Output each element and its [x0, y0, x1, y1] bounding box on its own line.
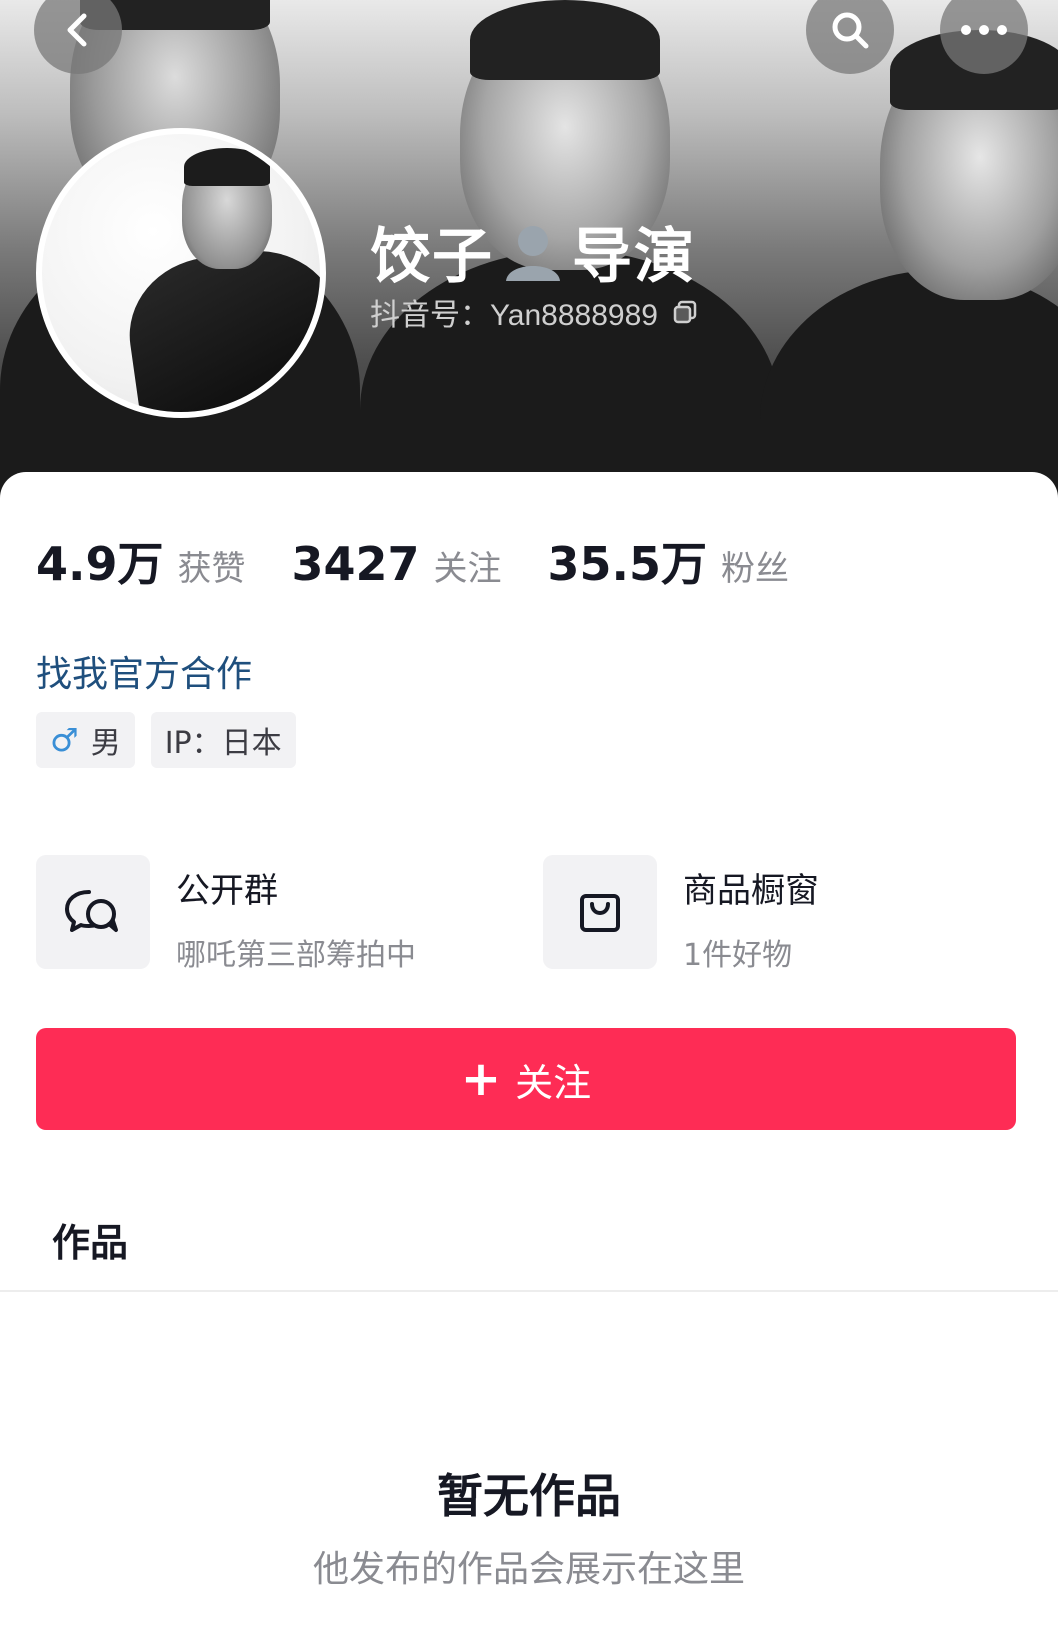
follow-button[interactable]: + 关注: [36, 1028, 1016, 1130]
empty-state-title: 暂无作品: [437, 1469, 621, 1523]
stat-label: 粉丝: [721, 549, 790, 589]
avatar[interactable]: [36, 128, 326, 418]
stat-label: 关注: [433, 549, 502, 589]
male-icon: ♂: [50, 721, 79, 759]
douyin-id[interactable]: 抖音号：Yan8888989: [370, 290, 698, 334]
shop-window-title: 商品橱窗: [683, 871, 819, 911]
stat-number: 4.9万: [36, 537, 164, 591]
stat-following[interactable]: 3427 关注: [292, 537, 502, 591]
profile-name: 饺子 导演: [370, 208, 696, 295]
banner-hair: [470, 0, 660, 80]
plus-icon: +: [460, 1051, 502, 1107]
tab-works[interactable]: 作品: [52, 1212, 128, 1267]
gender-tag: ♂ 男: [36, 712, 135, 768]
douyin-id-text: 抖音号：Yan8888989: [370, 299, 658, 332]
profile-name-part2: 导演: [572, 222, 696, 292]
public-group-subtitle: 哪吒第三部筹拍中: [176, 938, 416, 973]
ip-label: IP：日本: [164, 726, 282, 761]
follow-button-label: 关注: [515, 1060, 592, 1105]
profile-tags: ♂ 男 IP：日本: [36, 712, 296, 768]
empty-state-subtitle: 他发布的作品会展示在这里: [312, 1549, 745, 1590]
stat-likes[interactable]: 4.9万 获赞: [36, 528, 246, 594]
copy-icon[interactable]: [672, 299, 698, 325]
shopping-bag-icon: [543, 855, 657, 969]
shop-window-subtitle: 1件好物: [683, 938, 793, 973]
more-dots-icon: [961, 25, 1007, 35]
chevron-left-icon: [67, 13, 87, 47]
public-group-text: 公开群 哪吒第三部筹拍中: [176, 863, 416, 974]
shop-window-entry[interactable]: 商品橱窗 1件好物: [543, 855, 819, 974]
public-group-title: 公开群: [176, 871, 278, 911]
stat-followers[interactable]: 35.5万 粉丝: [548, 528, 790, 594]
gender-label: 男: [90, 726, 121, 761]
ip-tag: IP：日本: [150, 712, 296, 768]
stat-label: 获赞: [177, 549, 246, 589]
cooperation-link[interactable]: 找我官方合作: [36, 645, 252, 697]
avatar-hair: [184, 148, 270, 186]
search-icon: [832, 12, 869, 49]
chat-bubbles-icon: [36, 855, 150, 969]
stat-number: 3427: [291, 537, 420, 591]
public-group-entry[interactable]: 公开群 哪吒第三部筹拍中: [36, 855, 416, 974]
shop-window-text: 商品橱窗 1件好物: [683, 863, 819, 974]
stats-row: 4.9万 获赞 3427 关注 35.5万 粉丝: [36, 528, 835, 594]
person-icon: [500, 219, 566, 285]
profile-name-part1: 饺子: [370, 222, 494, 292]
stat-number: 35.5万: [547, 537, 708, 591]
tab-divider: [0, 1290, 1058, 1292]
